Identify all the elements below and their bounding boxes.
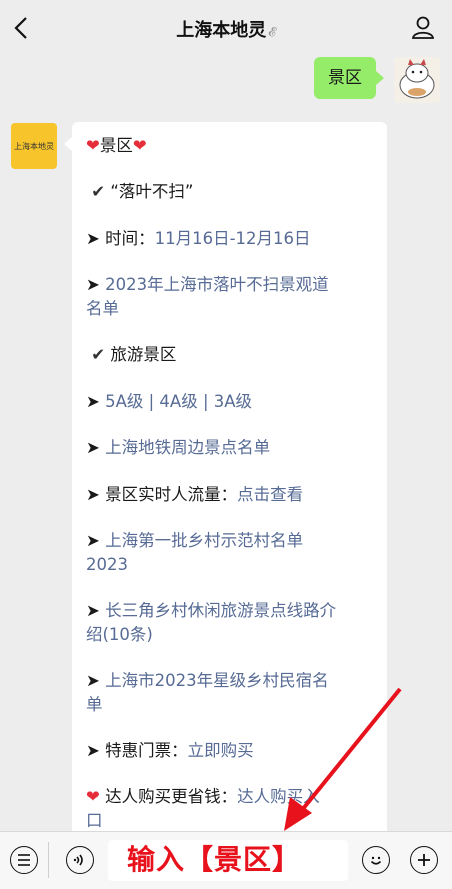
emoji-button[interactable] <box>362 846 390 874</box>
line-time: ➤ 时间：11月16日-12月16日 <box>86 229 311 248</box>
chat-title: 上海本地灵 𝓔 <box>176 20 276 41</box>
red-arrow-annotation <box>284 687 402 831</box>
line-metro: ➤ 上海地铁周边景点名单 <box>86 438 271 457</box>
top-bar: 上海本地灵 𝓔 <box>0 0 452 56</box>
my-message-row: 景区 <box>240 57 440 103</box>
line-levels: ➤ 5A级 | 4A级 | 3A级 <box>86 392 253 411</box>
voice-icon <box>73 854 83 866</box>
line-tourism-heading: ✔ 旅游景区 <box>91 345 177 364</box>
instruction-overlay: 输入【景区】 <box>127 843 302 876</box>
check-icon: ✔ <box>91 345 106 364</box>
line-scenic-heading: ❤景区❤ <box>86 136 147 155</box>
line-leaves-list: ➤ 2023年上海市落叶不扫景观道 名单 <box>86 275 329 318</box>
smiley-icon <box>370 856 382 865</box>
add-more-button[interactable] <box>410 846 438 874</box>
profile-icon[interactable] <box>410 14 436 40</box>
list-icon <box>18 854 30 866</box>
plus-icon <box>418 854 430 866</box>
heart-icon: ❤ <box>86 136 100 155</box>
cat-avatar-icon <box>394 57 440 103</box>
ear-icon: 𝓔 <box>268 25 276 40</box>
line-routes: ➤ 长三角乡村休闲旅游景点线路介 绍(10条) <box>86 601 337 644</box>
bot-avatar[interactable]: 上海本地灵 <box>11 123 57 169</box>
my-message-bubble[interactable]: 景区 <box>314 57 384 99</box>
my-avatar[interactable] <box>394 57 440 103</box>
menu-list-button[interactable] <box>10 846 38 874</box>
divider <box>48 842 49 878</box>
voice-button[interactable] <box>66 846 94 874</box>
line-villages: ➤ 上海第一批乡村示范村名单 2023 <box>86 531 304 574</box>
check-icon: ✔ <box>91 182 106 201</box>
heart-icon: ❤ <box>132 136 147 155</box>
line-leaves-heading: ✔ “落叶不扫” <box>91 182 194 201</box>
bubble-tail <box>64 137 72 151</box>
line-crowd: ➤ 景区实时人流量：点击查看 <box>86 485 304 504</box>
heart-icon: ❤ <box>86 787 100 806</box>
